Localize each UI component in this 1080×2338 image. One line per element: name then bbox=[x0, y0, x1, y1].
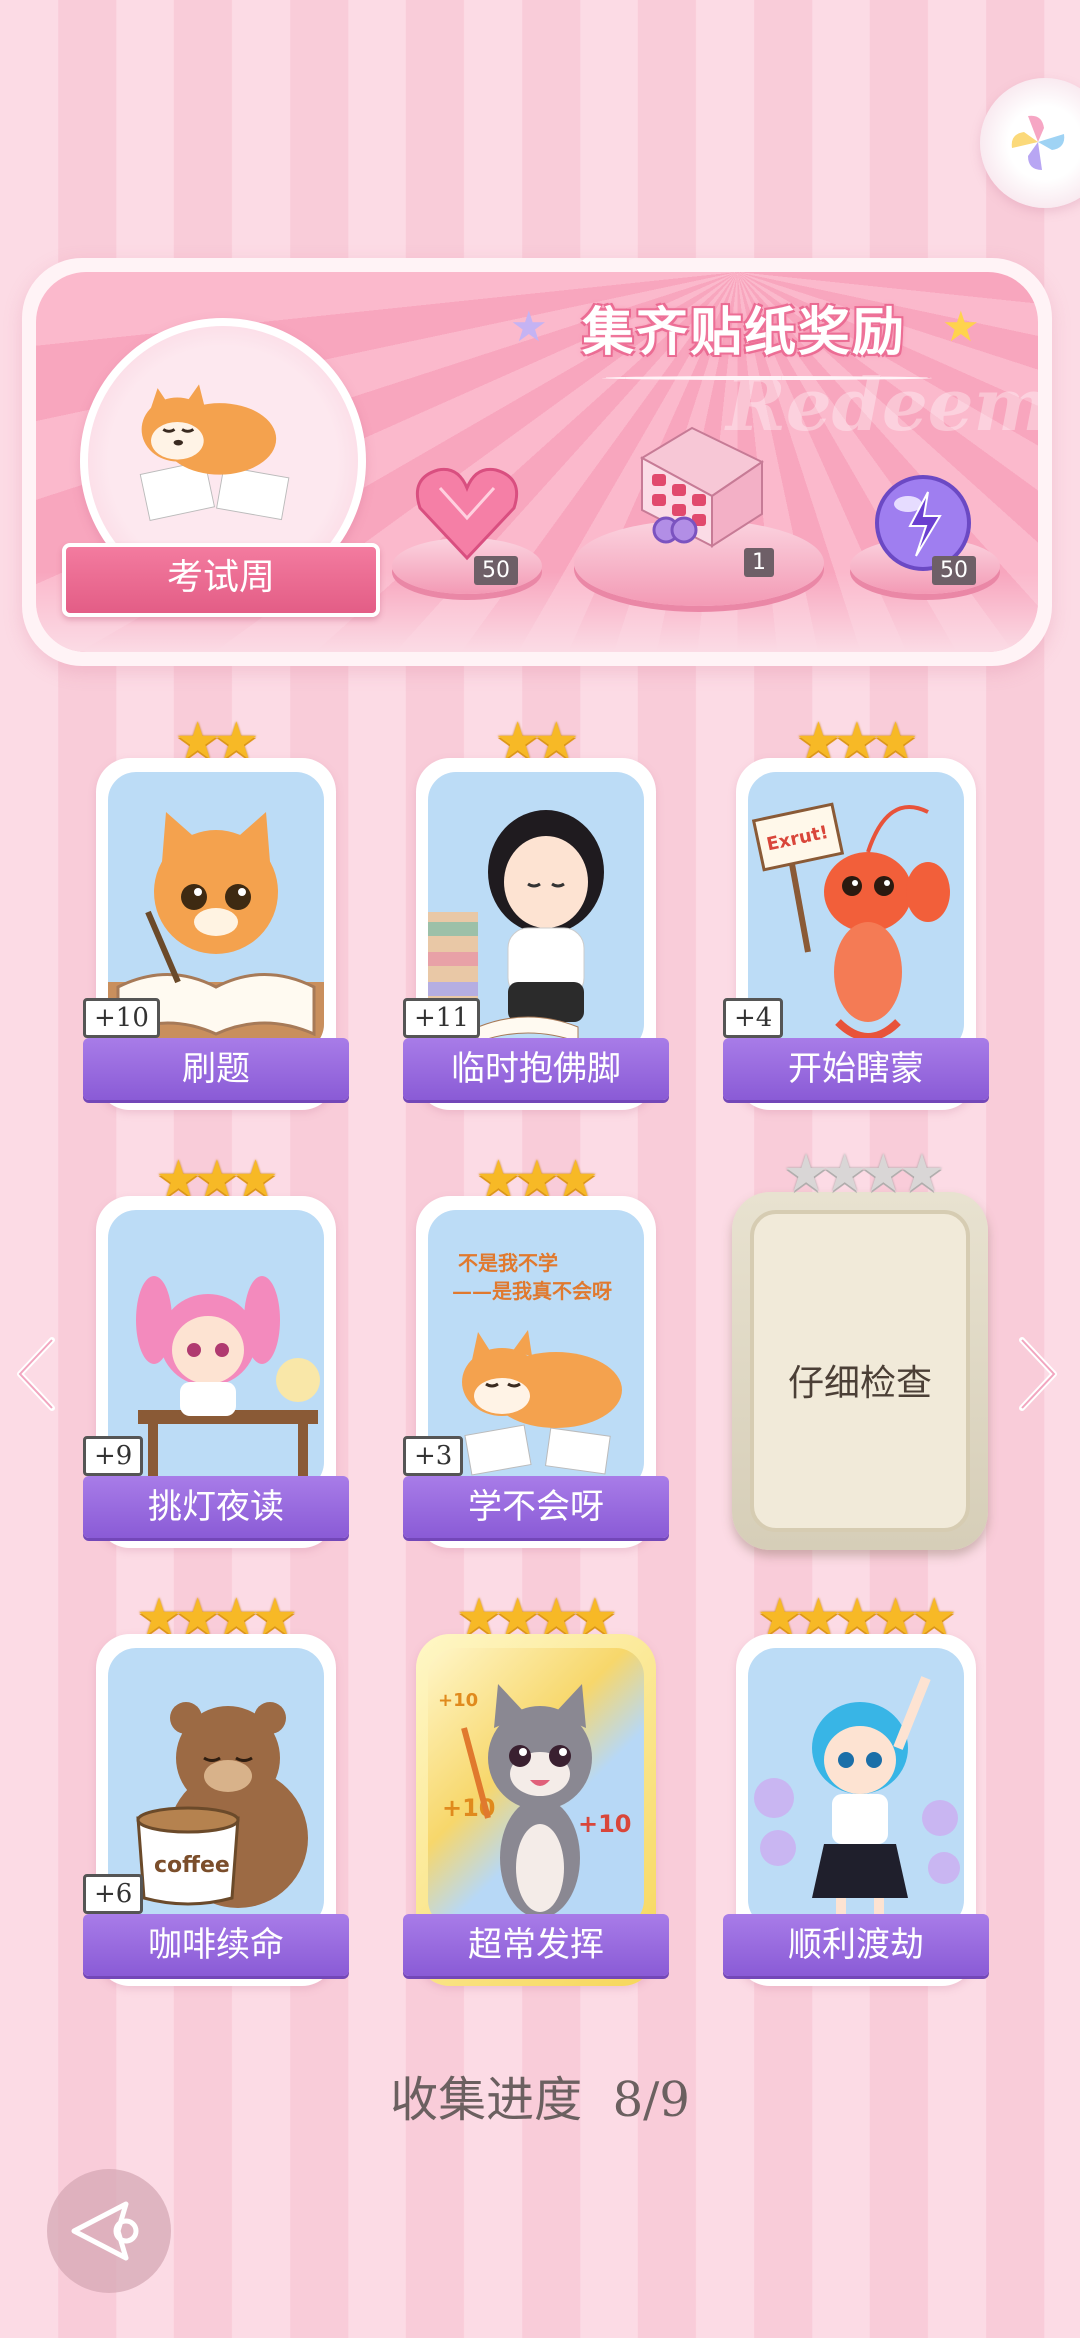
title-divider bbox=[602, 376, 932, 380]
svg-text:+10: +10 bbox=[438, 1690, 478, 1711]
card-label: 临时抱佛脚 bbox=[403, 1038, 669, 1100]
sticker-card[interactable]: ★★★ +9 挑灯夜读 bbox=[83, 1152, 349, 1551]
sticker-card[interactable]: ★★★ 不是我不学 ——是我真不会呀 +3 学不会呀 bbox=[403, 1152, 669, 1551]
card-label: 超常发挥 bbox=[403, 1914, 669, 1976]
svg-text:coffee: coffee bbox=[154, 1853, 230, 1878]
bonus-tag: +9 bbox=[83, 1436, 144, 1476]
sticker-card[interactable]: ★★ +10 刷题 bbox=[83, 714, 349, 1113]
bonus-tag: +4 bbox=[723, 998, 784, 1038]
reward-title: 集齐贴纸奖励 bbox=[582, 302, 907, 363]
heart-gem-icon[interactable] bbox=[410, 458, 524, 568]
svg-text:+10: +10 bbox=[578, 1810, 632, 1838]
card-label: 刷题 bbox=[83, 1038, 349, 1100]
collection-progress: 收集进度 8/9 bbox=[0, 2060, 1080, 2130]
svg-text:——是我真不会呀: ——是我真不会呀 bbox=[452, 1279, 612, 1303]
sticker-card[interactable]: ★★★★★ 顺利渡劫 bbox=[723, 1590, 989, 1989]
locked-card-inner: 仔细检查 bbox=[750, 1210, 970, 1532]
menu-orb-button[interactable] bbox=[980, 78, 1080, 208]
sticker-card[interactable]: ★★★★ coffee +6 咖啡续命 bbox=[83, 1590, 349, 1989]
bonus-tag: +6 bbox=[83, 1874, 144, 1914]
reward-count: 50 bbox=[932, 556, 976, 585]
bonus-tag: +11 bbox=[403, 998, 480, 1038]
card-label: 顺利渡劫 bbox=[723, 1914, 989, 1976]
locked-sticker-card[interactable]: ★★★★ 仔细检查 bbox=[732, 1146, 988, 1550]
card-label: 学不会呀 bbox=[403, 1476, 669, 1538]
sticker-card[interactable]: ★★★★ +10 +10 +10 超常发挥 bbox=[403, 1590, 669, 1989]
shiba-sleeping-icon bbox=[139, 384, 290, 522]
reward-count: 50 bbox=[474, 556, 518, 585]
card-label: 开始瞎蒙 bbox=[723, 1038, 989, 1100]
girl-victory-icon bbox=[754, 1676, 960, 1928]
card-label: 咖啡续命 bbox=[83, 1914, 349, 1976]
chevron-left-icon[interactable] bbox=[12, 1334, 62, 1414]
progress-value: 8/9 bbox=[612, 2072, 690, 2128]
star-rating: ★★★★ bbox=[782, 1144, 945, 1204]
cat-cheering-icon: +10 +10 +10 bbox=[438, 1684, 632, 1918]
card-art: +10 +10 +10 bbox=[428, 1648, 644, 1928]
sticker-reward-panel: Redeem ★ 集齐贴纸奖励 ★ 考试周 50 1 50 bbox=[22, 258, 1052, 666]
svg-text:不是我不学: 不是我不学 bbox=[458, 1251, 558, 1275]
bonus-tag: +3 bbox=[403, 1436, 464, 1476]
exam-week-ribbon: 考试周 bbox=[62, 543, 380, 617]
card-label: 挑灯夜读 bbox=[83, 1476, 349, 1538]
star-icon: ★ bbox=[942, 302, 980, 351]
chevron-right-icon[interactable] bbox=[1012, 1334, 1062, 1414]
reward-count: 1 bbox=[744, 548, 774, 577]
bonus-tag: +10 bbox=[83, 998, 160, 1038]
sticker-card[interactable]: ★★★ Exrut! +4 开始瞎蒙 bbox=[723, 714, 989, 1113]
progress-label: 收集进度 bbox=[390, 2072, 583, 2128]
back-button[interactable] bbox=[44, 2166, 174, 2296]
card-label: 仔细检查 bbox=[787, 1363, 932, 1404]
card-art bbox=[748, 1648, 964, 1928]
pinwheel-icon bbox=[1011, 115, 1065, 170]
gift-box-icon[interactable] bbox=[622, 418, 782, 558]
sticker-card[interactable]: ★★ +11 临时抱佛脚 bbox=[403, 714, 669, 1113]
star-icon: ★ bbox=[510, 302, 548, 351]
